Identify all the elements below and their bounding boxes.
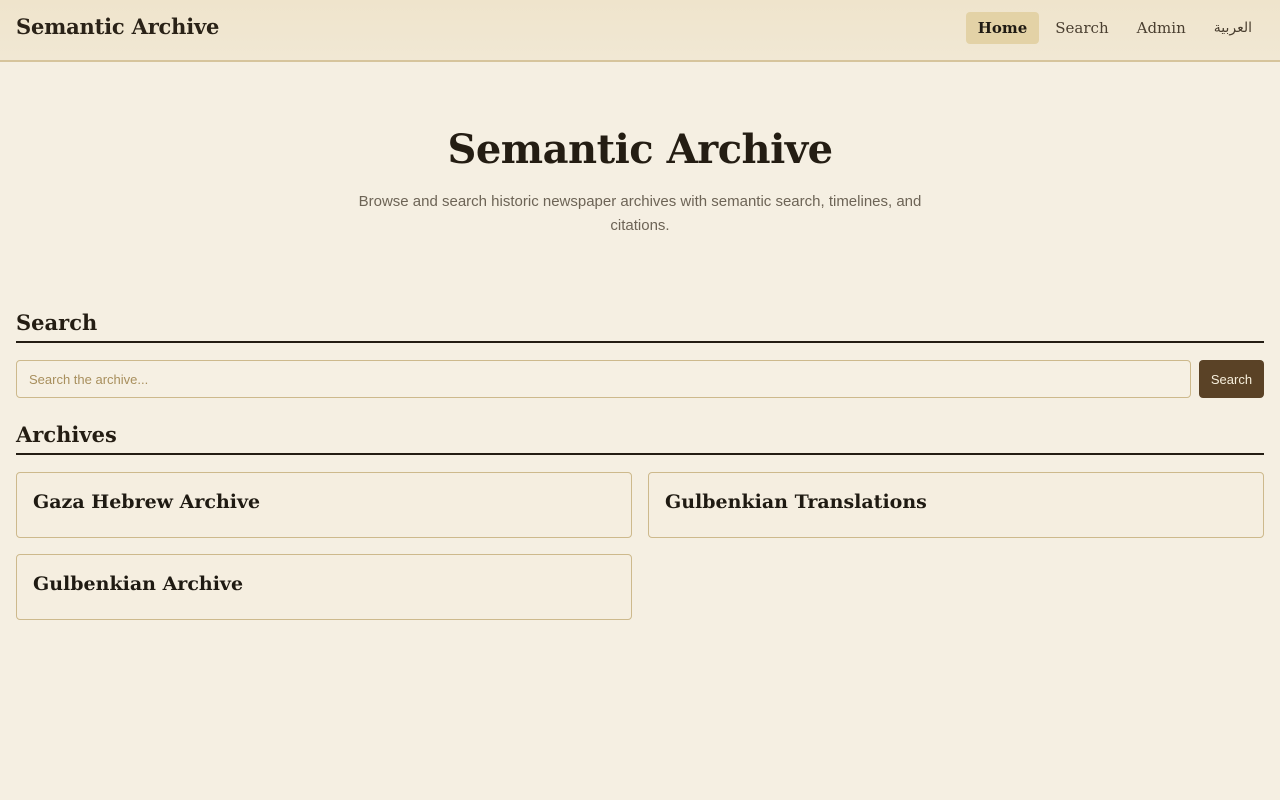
- nav-language-arabic[interactable]: العربية: [1202, 12, 1264, 44]
- archives-section-heading: Archives: [16, 422, 1264, 455]
- hero-title: Semantic Archive: [447, 126, 833, 173]
- nav-home[interactable]: Home: [965, 12, 1040, 44]
- archive-card[interactable]: Gulbenkian Archive: [16, 554, 632, 620]
- search-input[interactable]: [16, 360, 1191, 398]
- archive-card-title: Gulbenkian Archive: [33, 573, 244, 595]
- nav-search[interactable]: Search: [1043, 12, 1120, 44]
- search-button[interactable]: Search: [1199, 360, 1264, 398]
- archive-card[interactable]: Gulbenkian Translations: [648, 472, 1264, 538]
- search-section-heading: Search: [16, 310, 1264, 343]
- brand-logo-text[interactable]: Semantic Archive: [16, 14, 219, 39]
- archive-card[interactable]: Gaza Hebrew Archive: [16, 472, 632, 538]
- archive-card-title: Gulbenkian Translations: [665, 491, 927, 513]
- archive-card-title: Gaza Hebrew Archive: [33, 491, 261, 513]
- hero-subtitle: Browse and search historic newspaper arc…: [358, 193, 922, 234]
- nav-admin[interactable]: Admin: [1125, 12, 1198, 44]
- main-nav: Home Search Admin العربية: [965, 12, 1264, 44]
- top-navbar: Semantic Archive Home Search Admin العرب…: [0, 0, 1280, 62]
